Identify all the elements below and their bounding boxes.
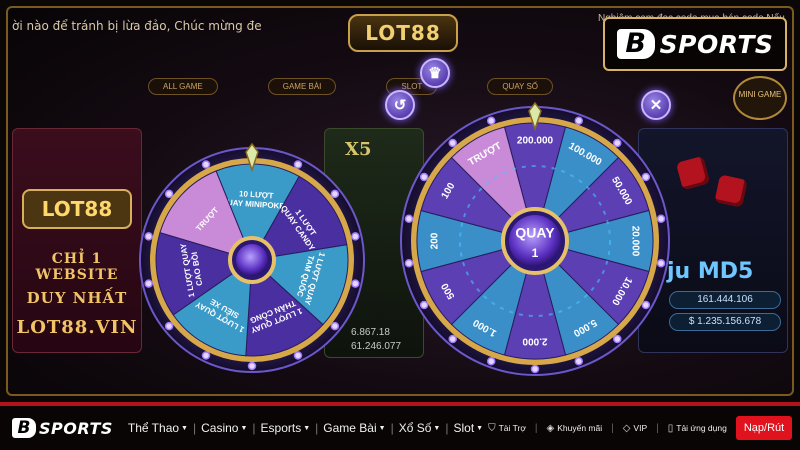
rim-light [656, 258, 666, 268]
close-icon[interactable]: ✕ [641, 90, 671, 120]
rim-light [201, 160, 211, 169]
rim-light [351, 232, 360, 241]
spin-count: 1 [532, 246, 539, 260]
chevron-down-icon: ▼ [476, 425, 484, 433]
chevron-down-icon: ▼ [378, 425, 386, 433]
rim-light [419, 172, 429, 182]
rim-light [144, 279, 153, 288]
nav-label: Game Bài [323, 421, 377, 435]
segment-label: 200.000 [517, 136, 554, 147]
rim-light [419, 300, 429, 310]
rim-light [486, 357, 496, 366]
link-label: Tải ứng dụng [676, 423, 727, 433]
nav-divider: | [611, 422, 614, 434]
link-label: Tài Trợ [498, 423, 526, 433]
rim-light [330, 321, 340, 331]
rim-light [293, 160, 303, 169]
segment-label: 200 [430, 232, 441, 249]
rim-light [404, 214, 414, 224]
diamond-icon: ◇ [622, 422, 631, 434]
rim-light [164, 321, 174, 331]
rim-light [530, 364, 540, 374]
nav-divider: | [656, 422, 659, 434]
nav-label: Xổ Số [398, 421, 432, 435]
navbar-links: ⛉ Tài Trợ | ◈ Khuyến mãi | ◇ VIP | ▯ Tải ứng… [488, 416, 793, 440]
big-wheel[interactable]: 200.000 100.00050.00020.00010.0005.0002.0… [400, 101, 670, 376]
rim-light [574, 116, 584, 125]
link-tai-tro[interactable]: ⛉ Tài Trợ [488, 423, 526, 434]
segment-label: 2.000 [522, 335, 547, 346]
rim-light [574, 357, 584, 366]
chevron-down-icon: ▼ [433, 425, 441, 433]
link-khuyen-mai[interactable]: ◈ Khuyến mãi [547, 423, 603, 434]
link-tai-ung-dung[interactable]: ▯ Tải ứng dụng [668, 423, 727, 434]
nav-label: Slot [453, 421, 475, 435]
segment-label: 20.000 [629, 226, 640, 257]
nav-xo-so[interactable]: Xổ Số ▼ [394, 421, 446, 435]
phone-icon: ▯ [667, 422, 674, 434]
shield-icon: ⛉ [488, 422, 496, 434]
navbar-logo[interactable]: B SPORTS [12, 418, 113, 438]
link-label: VIP [633, 423, 648, 433]
chevron-down-icon: ▼ [303, 425, 311, 433]
nav-label: Casino [201, 421, 239, 435]
link-label: Khuyến mãi [557, 423, 603, 433]
nav-label: Esports [260, 421, 302, 435]
brand-badge[interactable]: B SPORTS [603, 17, 787, 71]
nav-divider: | [534, 422, 538, 434]
rim-light [144, 232, 153, 241]
nav-label: Thể Thao [127, 421, 180, 435]
small-wheel[interactable]: 10 LƯỢTQUAY MINIPOKER1 LƯỢTQUAY CANDY1 L… [139, 142, 365, 373]
rim-light [201, 351, 211, 360]
chevron-down-icon: ▼ [240, 425, 248, 433]
history-icon[interactable]: ↺ [385, 90, 415, 120]
navbar-menu: Thể Thao ▼ | Casino ▼ | Esports ▼ | Game Bà… [123, 421, 488, 435]
nav-casino[interactable]: Casino ▼ [196, 421, 252, 435]
rim-light [613, 334, 622, 344]
deposit-withdraw-button[interactable]: Nạp/Rút [735, 416, 793, 440]
rim-light [404, 258, 414, 268]
rim-light [293, 351, 303, 360]
tag-icon: ◈ [546, 422, 555, 434]
brand-mark: B [616, 29, 655, 59]
navbar-logo-word: SPORTS [39, 418, 113, 438]
rim-light [613, 138, 622, 148]
rim-light [351, 279, 360, 288]
rim-light [448, 138, 457, 148]
nav-esports[interactable]: Esports ▼ [256, 421, 316, 435]
navbar-logo-mark: B [12, 418, 36, 438]
nav-game-bai[interactable]: Game Bài ▼ [318, 421, 390, 435]
nav-slot[interactable]: Slot ▼ [448, 421, 488, 435]
nav-the-thao[interactable]: Thể Thao ▼ [123, 421, 193, 435]
rim-light [656, 214, 666, 224]
trophy-icon[interactable]: ♛ [420, 58, 450, 88]
brand-word: SPORTS [659, 29, 774, 59]
spin-button[interactable] [236, 244, 268, 276]
link-vip[interactable]: ◇ VIP [623, 423, 647, 434]
bottom-navbar: B SPORTS Thể Thao ▼ | Casino ▼ | Esports ▼ … [0, 402, 800, 450]
rim-light [330, 189, 340, 199]
rim-light [164, 189, 174, 199]
rim-light [486, 116, 496, 125]
rim-light [641, 300, 651, 310]
rim-light [641, 172, 651, 182]
rim-light [247, 361, 257, 371]
chevron-down-icon: ▼ [181, 425, 188, 433]
spin-label: QUAY [515, 225, 555, 241]
rim-light [448, 334, 457, 344]
